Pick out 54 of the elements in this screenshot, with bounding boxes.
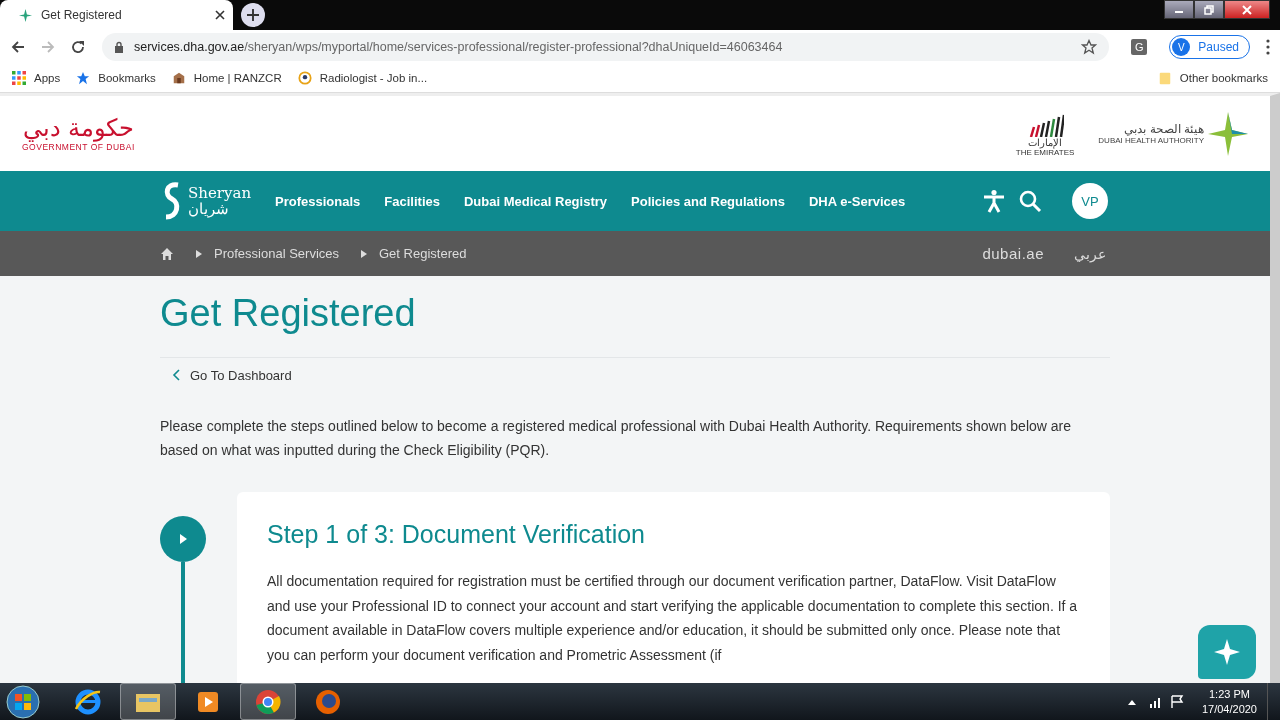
plus-icon[interactable]: [247, 9, 259, 21]
tray-icons[interactable]: [1125, 694, 1186, 709]
chevron-left-icon[interactable]: [172, 369, 180, 381]
step-title: Step 1 of 3: Document Verification: [267, 520, 646, 549]
taskbar-app[interactable]: [240, 683, 296, 720]
breadcrumb-link[interactable]: Get Registered: [379, 246, 467, 261]
back-icon[interactable]: [10, 39, 26, 55]
page-title: Get Registered: [160, 292, 417, 335]
browser-tab[interactable]: Get Registered: [0, 0, 233, 30]
language-link[interactable]: عربي: [1074, 245, 1106, 262]
accessibility-icon[interactable]: [982, 189, 1006, 213]
extension-button[interactable]: G: [1131, 39, 1148, 55]
menu-icon[interactable]: [1266, 39, 1270, 55]
caret-icon: [361, 249, 367, 258]
close-button[interactable]: [1224, 0, 1270, 19]
search-icon[interactable]: [1018, 189, 1042, 213]
bookmark-link[interactable]: Other bookmarks: [1157, 71, 1268, 85]
bookmark-link[interactable]: Bookmarks: [76, 71, 156, 85]
star-icon[interactable]: [76, 71, 91, 85]
dashboard-link[interactable]: Go To Dashboard: [172, 367, 292, 383]
crest-icon[interactable]: [171, 71, 186, 85]
restore-icon[interactable]: [1204, 4, 1214, 15]
chat-button[interactable]: [1198, 625, 1256, 679]
bookmark-link[interactable]: Home | RANZCR: [171, 71, 282, 85]
caret-icon: [196, 249, 202, 258]
nav-link[interactable]: DHA e-Services: [808, 193, 906, 209]
home-icon[interactable]: [160, 246, 174, 261]
close-icon[interactable]: [215, 10, 225, 20]
start-button[interactable]: [6, 684, 40, 719]
lock-icon: [114, 41, 124, 53]
clock[interactable]: 1:23 PM 17/04/2020: [1201, 686, 1257, 717]
grid-icon[interactable]: [12, 71, 26, 85]
taskbar-app[interactable]: [120, 683, 176, 720]
portal-logo[interactable]: dubai.ae: [982, 245, 1044, 262]
reload-icon[interactable]: [70, 39, 86, 55]
user-avatar[interactable]: VP: [1072, 183, 1108, 219]
nav-link[interactable]: Professionals: [275, 193, 361, 209]
nav-link[interactable]: Dubai Medical Registry: [463, 193, 607, 209]
star-icon[interactable]: [1081, 39, 1098, 55]
step-description: All documentation required for registration must be certified through our document verification partner, DataFlow. Visit DataFlow and use your Professional ID to connect your account and start verifying the applicable documentation to complete this section. If a document available in DataFlow covers multiple experience and/or education, it should be submitted only once. Please note that you can perform your document verification and Prometric Assessment (if: [267, 572, 1079, 665]
star-logo-icon: [18, 7, 33, 23]
bookmark-link[interactable]: Apps: [12, 71, 61, 85]
url-text: services.dha.gov.ae/sheryan/wps/myportal/home/services-professional/register-professional?dhaUniqueId=46063464: [134, 40, 784, 54]
address-bar[interactable]: services.dha.gov.ae/sheryan/wps/myportal/home/services-professional/register-professional?dhaUniqueId=46063464: [102, 33, 1110, 61]
nav-link[interactable]: Facilities: [384, 193, 440, 209]
tab-title: Get Registered: [41, 8, 123, 22]
breadcrumb-link[interactable]: Professional Services: [214, 246, 339, 261]
new-tab-button[interactable]: [241, 3, 265, 27]
intro-text: Please complete the steps outlined below to become a registered medical professional with Dubai Health Authority. Requirements shown below are based on what was inputted during the Check Eligibility (PQR).: [160, 417, 1073, 460]
nav-link[interactable]: Policies and Regulations: [631, 193, 785, 209]
restore-button[interactable]: [1194, 0, 1224, 19]
bookmark-link[interactable]: Radiologist - Job in...: [297, 71, 428, 85]
badge-icon[interactable]: [297, 71, 312, 85]
minimize-button[interactable]: [1164, 0, 1194, 19]
